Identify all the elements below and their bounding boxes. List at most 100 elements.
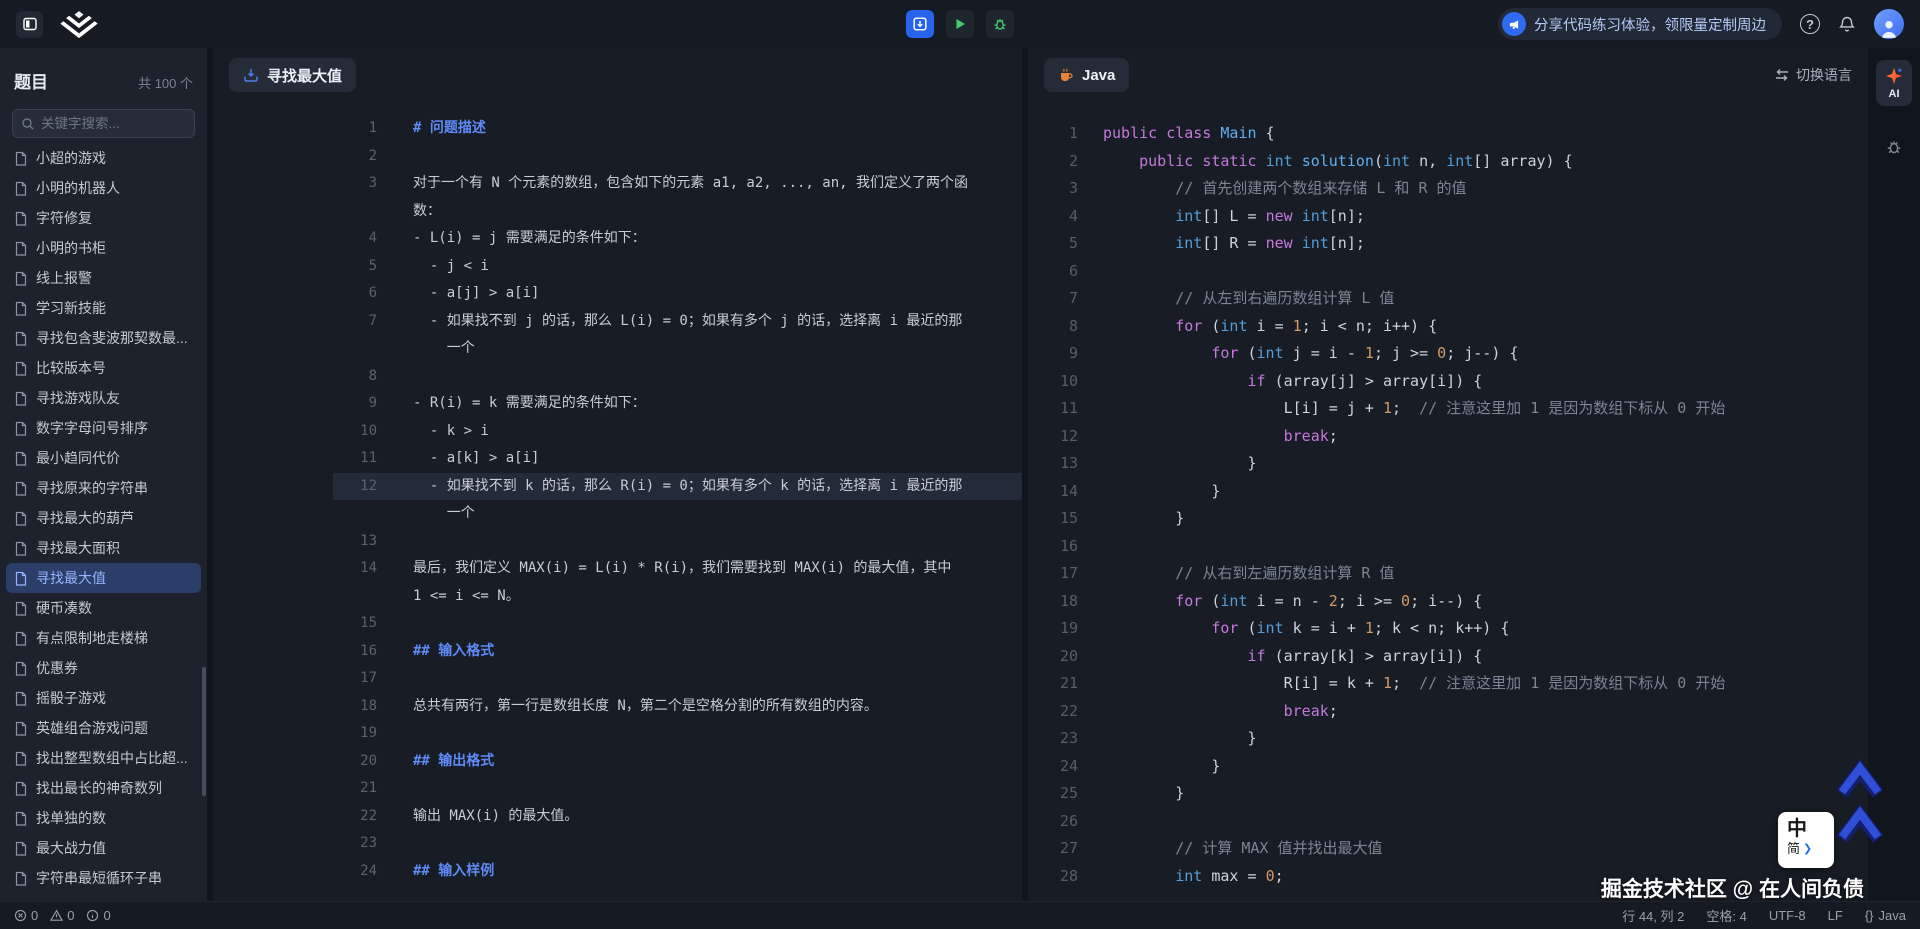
search-input[interactable]	[41, 116, 186, 131]
sidebar-item[interactable]: 硬币凑数	[6, 593, 201, 623]
problem-line[interactable]: 22输出 MAX(i) 的最大值。	[213, 803, 1022, 831]
sidebar-item[interactable]: 寻找原来的字符串	[6, 473, 201, 503]
sidebar-item[interactable]: 摇骰子游戏	[6, 683, 201, 713]
cursor-position[interactable]: 行 44, 列 2	[1622, 906, 1684, 925]
code-line[interactable]: 20 if (array[k] > array[i]) {	[1028, 643, 1868, 671]
code-line[interactable]: 9 for (int j = i - 1; j >= 0; j--) {	[1028, 340, 1868, 368]
code-line[interactable]: 14 }	[1028, 478, 1868, 506]
problem-line[interactable]: 一个	[213, 500, 1022, 528]
status-infos[interactable]: 0	[86, 908, 110, 923]
problem-line[interactable]: 24## 输入样例	[213, 858, 1022, 886]
juejin-logo[interactable]	[59, 9, 99, 39]
indent-setting[interactable]: 空格: 4	[1706, 906, 1746, 925]
encoding[interactable]: UTF-8	[1769, 908, 1806, 923]
scroll-top-chevron-icon[interactable]	[1832, 755, 1888, 803]
problem-line[interactable]: 17	[213, 665, 1022, 693]
problem-line[interactable]: 21	[213, 775, 1022, 803]
submit-button[interactable]	[906, 10, 934, 38]
problem-line[interactable]: 13	[213, 528, 1022, 556]
code-line[interactable]: 22 break;	[1028, 698, 1868, 726]
problem-line[interactable]: 15	[213, 610, 1022, 638]
scroll-top-chevron-icon-2[interactable]	[1832, 800, 1888, 848]
problem-line[interactable]: 19	[213, 720, 1022, 748]
code-line[interactable]: 11 L[i] = j + 1; // 注意这里加 1 是因为数组下标从 0 开…	[1028, 395, 1868, 423]
sidebar-item[interactable]: 最小趋同代价	[6, 443, 201, 473]
sidebar-item[interactable]: 找单独的数	[6, 803, 201, 833]
code-line[interactable]: 15 }	[1028, 505, 1868, 533]
problem-line[interactable]: 23	[213, 830, 1022, 858]
code-line[interactable]: 1public class Main {	[1028, 120, 1868, 148]
eol-setting[interactable]: LF	[1828, 908, 1843, 923]
status-errors[interactable]: 0	[14, 908, 38, 923]
sidebar-item[interactable]: 线上报警	[6, 263, 201, 293]
code-line[interactable]: 18 for (int i = n - 2; i >= 0; i--) {	[1028, 588, 1868, 616]
language-tab[interactable]: Java	[1044, 58, 1129, 92]
sidebar-item[interactable]: 小明的书柜	[6, 233, 201, 263]
translate-button[interactable]: 中 简 ❯	[1778, 812, 1834, 868]
sidebar-item[interactable]: 小明的机器人	[6, 173, 201, 203]
code-line[interactable]: 7 // 从左到右遍历数组计算 L 值	[1028, 285, 1868, 313]
sidebar-item[interactable]: 优惠券	[6, 653, 201, 683]
language-mode[interactable]: {} Java	[1865, 908, 1906, 923]
sidebar-item[interactable]: 有点限制地走楼梯	[6, 623, 201, 653]
sidebar-item[interactable]: 寻找最大的葫芦	[6, 503, 201, 533]
problem-line[interactable]: 数：	[213, 198, 1022, 226]
problem-line[interactable]: 14最后，我们定义 MAX(i) = L(i) * R(i)，我们需要找到 MA…	[213, 555, 1022, 583]
problem-line[interactable]: 7 - 如果找不到 j 的话，那么 L(i) = 0；如果有多个 j 的话，选择…	[213, 308, 1022, 336]
problem-editor[interactable]: 1# 问题描述23对于一个有 N 个元素的数组，包含如下的元素 a1, a2, …	[213, 102, 1022, 901]
switch-language-button[interactable]: 切换语言	[1774, 65, 1852, 85]
sidebar-item[interactable]: 学习新技能	[6, 293, 201, 323]
code-line[interactable]: 13 }	[1028, 450, 1868, 478]
problem-line[interactable]: 5 - j < i	[213, 253, 1022, 281]
sidebar-item[interactable]: 字符串最短循环子串	[6, 863, 201, 893]
ai-assistant-button[interactable]: AI	[1876, 60, 1912, 106]
sidebar-scrollbar[interactable]	[202, 667, 206, 796]
code-line[interactable]: 8 for (int i = 1; i < n; i++) {	[1028, 313, 1868, 341]
code-line[interactable]: 5 int[] R = new int[n];	[1028, 230, 1868, 258]
sidebar-item[interactable]: 字符修复	[6, 203, 201, 233]
code-line[interactable]: 24 }	[1028, 753, 1868, 781]
problem-line[interactable]: 8	[213, 363, 1022, 391]
sidebar-item[interactable]: 找出整型数组中占比超...	[6, 743, 201, 773]
sidebar-item[interactable]: 英雄组合游戏问题	[6, 713, 201, 743]
help-button[interactable]: ?	[1800, 14, 1820, 34]
status-warnings[interactable]: 0	[50, 908, 74, 923]
sidebar-item[interactable]: 最大战力值	[6, 833, 201, 863]
problem-line[interactable]: 2	[213, 143, 1022, 171]
code-line[interactable]: 23 }	[1028, 725, 1868, 753]
problem-line[interactable]: 1 <= i <= N。	[213, 583, 1022, 611]
code-line[interactable]: 3 // 首先创建两个数组来存储 L 和 R 的值	[1028, 175, 1868, 203]
share-banner[interactable]: 分享代码练习体验，领限量定制周边	[1498, 8, 1782, 40]
code-line[interactable]: 25 }	[1028, 780, 1868, 808]
sidebar-item[interactable]: 比较版本号	[6, 353, 201, 383]
problem-line[interactable]: 11 - a[k] > a[i]	[213, 445, 1022, 473]
sidebar-item[interactable]: 寻找游戏队友	[6, 383, 201, 413]
sidebar-item[interactable]: 寻找最大面积	[6, 533, 201, 563]
extension-button[interactable]	[1883, 136, 1905, 158]
problem-line[interactable]: 12 - 如果找不到 k 的话，那么 R(i) = 0；如果有多个 k 的话，选…	[213, 473, 1022, 501]
notifications-button[interactable]	[1838, 15, 1856, 33]
problem-line[interactable]: 1# 问题描述	[213, 115, 1022, 143]
problem-line[interactable]: 16## 输入格式	[213, 638, 1022, 666]
code-line[interactable]: 19 for (int k = i + 1; k < n; k++) {	[1028, 615, 1868, 643]
code-line[interactable]: 6	[1028, 258, 1868, 286]
run-button[interactable]	[946, 10, 974, 38]
code-line[interactable]: 27 // 计算 MAX 值并找出最大值	[1028, 835, 1868, 863]
problem-tab[interactable]: 寻找最大值	[229, 58, 356, 92]
problem-line[interactable]: 4- L(i) = j 需要满足的条件如下：	[213, 225, 1022, 253]
problem-line[interactable]: 一个	[213, 335, 1022, 363]
problem-line[interactable]: 3对于一个有 N 个元素的数组，包含如下的元素 a1, a2, ..., an,…	[213, 170, 1022, 198]
code-line[interactable]: 16	[1028, 533, 1868, 561]
code-line[interactable]: 4 int[] L = new int[n];	[1028, 203, 1868, 231]
sidebar-item[interactable]: 找出最长的神奇数列	[6, 773, 201, 803]
problem-line[interactable]: 10 - k > i	[213, 418, 1022, 446]
code-line[interactable]: 12 break;	[1028, 423, 1868, 451]
avatar[interactable]	[1874, 9, 1904, 39]
code-line[interactable]: 21 R[i] = k + 1; // 注意这里加 1 是因为数组下标从 0 开…	[1028, 670, 1868, 698]
code-line[interactable]: 17 // 从右到左遍历数组计算 R 值	[1028, 560, 1868, 588]
sidebar-item[interactable]: 数字字母问号排序	[6, 413, 201, 443]
app-logo-button[interactable]	[16, 11, 43, 38]
problem-line[interactable]: 6 - a[j] > a[i]	[213, 280, 1022, 308]
code-line[interactable]: 2 public static int solution(int n, int[…	[1028, 148, 1868, 176]
sidebar-item[interactable]: 寻找包含斐波那契数最...	[6, 323, 201, 353]
